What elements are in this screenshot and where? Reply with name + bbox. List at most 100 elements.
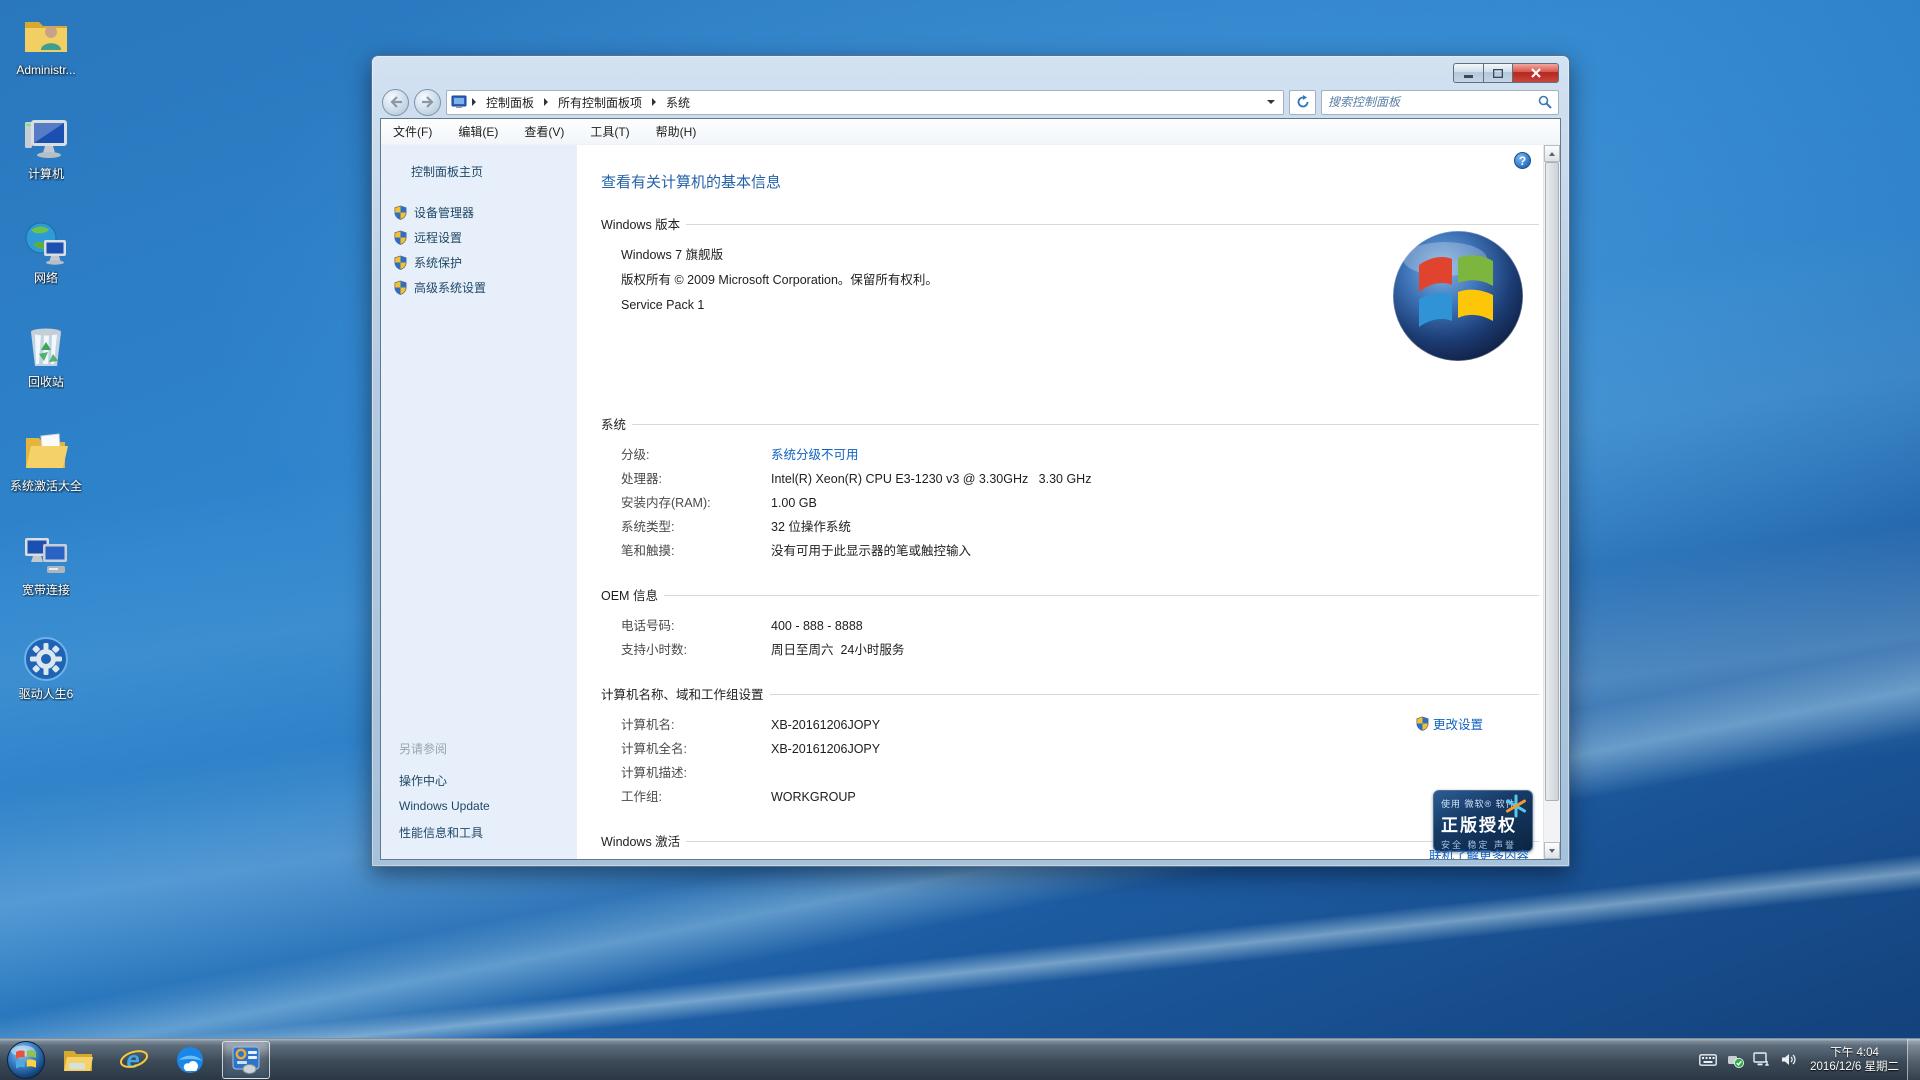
breadcrumb-control-panel[interactable]: 控制面板 bbox=[481, 92, 539, 113]
scroll-down-button[interactable] bbox=[1544, 842, 1560, 859]
show-desktop-button[interactable] bbox=[1907, 1039, 1920, 1080]
change-settings-link[interactable]: 更改设置 bbox=[1433, 714, 1483, 733]
section-rule bbox=[632, 424, 1539, 425]
computer-row-fullname: 计算机全名: XB-20161206JOPY bbox=[621, 737, 1543, 761]
uac-shield-icon bbox=[393, 205, 408, 220]
breadcrumb-all-items[interactable]: 所有控制面板项 bbox=[553, 92, 647, 113]
internet-explorer-icon: e bbox=[119, 1046, 149, 1074]
system-row-rating: 分级: 系统分级不可用 bbox=[621, 443, 1543, 467]
help-icon[interactable]: ? bbox=[1514, 152, 1531, 169]
menu-tools[interactable]: 工具(T) bbox=[590, 123, 629, 140]
taskbar-item-qq-browser[interactable] bbox=[166, 1041, 214, 1079]
section-header-label: Windows 激活 bbox=[601, 831, 680, 850]
desktop-icon-recycle-bin[interactable]: 回收站 bbox=[6, 318, 86, 422]
scrollbar-track[interactable] bbox=[1544, 162, 1560, 842]
menu-file[interactable]: 文件(F) bbox=[393, 123, 432, 140]
user-folder-icon bbox=[21, 10, 71, 60]
search-input[interactable] bbox=[1328, 95, 1538, 109]
menu-help[interactable]: 帮助(H) bbox=[656, 123, 697, 140]
row-label: 计算机描述: bbox=[621, 761, 771, 785]
taskbar-clock[interactable]: 下午 4:04 2016/12/6 星期二 bbox=[1810, 1046, 1899, 1074]
menu-edit[interactable]: 编辑(E) bbox=[458, 123, 498, 140]
row-label: 电话号码: bbox=[621, 614, 771, 638]
breadcrumb-separator-icon bbox=[544, 98, 548, 106]
genuine-microsoft-badge[interactable]: 使用 微软® 软件 正版授权 安全 稳定 声誉 bbox=[1433, 790, 1533, 852]
windows-flag-logo bbox=[1391, 229, 1525, 363]
driver-gear-icon bbox=[21, 634, 71, 684]
system-row-ram: 安装内存(RAM): 1.00 GB bbox=[621, 491, 1543, 515]
window-body: 控制面板主页 设备管理器 远程设置 bbox=[381, 145, 1560, 859]
vertical-scrollbar bbox=[1543, 145, 1560, 859]
address-dropdown-button[interactable] bbox=[1263, 100, 1279, 104]
usb-device-icon[interactable] bbox=[1726, 1051, 1744, 1069]
sidebar-item-action-center[interactable]: 操作中心 bbox=[393, 767, 577, 793]
desktop-icon-activation-folder[interactable]: e 系统激活大全 bbox=[6, 422, 86, 526]
forward-button[interactable] bbox=[414, 89, 441, 116]
sidebar-item-device-manager[interactable]: 设备管理器 bbox=[393, 200, 577, 225]
back-button[interactable] bbox=[382, 89, 409, 116]
clock-date: 2016/12/6 星期二 bbox=[1810, 1060, 1899, 1074]
system-tray bbox=[1699, 1051, 1798, 1069]
sidebar-item-control-panel-home[interactable]: 控制面板主页 bbox=[411, 163, 577, 180]
section-oem: OEM 信息 bbox=[601, 585, 1543, 604]
row-label: 安装内存(RAM): bbox=[621, 491, 771, 515]
row-value: Intel(R) Xeon(R) CPU E3-1230 v3 @ 3.30GH… bbox=[771, 467, 1091, 491]
window-titlebar[interactable] bbox=[380, 56, 1561, 86]
start-button[interactable] bbox=[6, 1040, 46, 1080]
learn-more-online-link[interactable]: 联机了解更多内容 bbox=[1429, 845, 1529, 859]
input-method-keyboard-icon[interactable] bbox=[1699, 1051, 1717, 1069]
desktop-icon-driver-life[interactable]: 驱动人生6 bbox=[6, 630, 86, 734]
section-rule bbox=[686, 841, 1539, 842]
breadcrumb-separator-icon bbox=[652, 98, 656, 106]
taskbar-item-explorer[interactable] bbox=[54, 1041, 102, 1079]
explorer-folder-icon bbox=[63, 1047, 93, 1073]
taskbar-item-control-panel-active[interactable] bbox=[222, 1041, 270, 1079]
maximize-button[interactable] bbox=[1483, 63, 1512, 83]
chevron-down-icon bbox=[1549, 849, 1555, 853]
menu-bar: 文件(F) 编辑(E) 查看(V) 工具(T) 帮助(H) bbox=[381, 119, 1560, 145]
row-value: WORKGROUP bbox=[771, 785, 856, 809]
section-rule bbox=[770, 694, 1539, 695]
refresh-button[interactable] bbox=[1289, 90, 1316, 115]
desktop-icon-network[interactable]: 网络 bbox=[6, 214, 86, 318]
sidebar-item-performance-tools[interactable]: 性能信息和工具 bbox=[393, 819, 577, 845]
row-label: 分级: bbox=[621, 443, 771, 467]
qq-browser-icon bbox=[175, 1045, 205, 1075]
desktop-icon-computer[interactable]: 计算机 bbox=[6, 110, 86, 214]
row-label: 处理器: bbox=[621, 467, 771, 491]
desktop-icon-administrator[interactable]: Administr... bbox=[6, 6, 86, 110]
sidebar-item-system-protection[interactable]: 系统保护 bbox=[393, 250, 577, 275]
row-value: 1.00 GB bbox=[771, 491, 817, 515]
sidebar-item-windows-update[interactable]: Windows Update bbox=[393, 793, 577, 819]
sidebar: 控制面板主页 设备管理器 远程设置 bbox=[381, 145, 577, 859]
breadcrumb-separator-icon bbox=[472, 98, 476, 106]
desktop-icon-label: Administr... bbox=[16, 63, 75, 77]
breadcrumb-system[interactable]: 系统 bbox=[661, 92, 695, 113]
rating-unavailable-link[interactable]: 系统分级不可用 bbox=[771, 443, 859, 467]
window-client-area: 文件(F) 编辑(E) 查看(V) 工具(T) 帮助(H) 控制面板主页 设备管… bbox=[380, 118, 1561, 860]
sidebar-item-remote-settings[interactable]: 远程设置 bbox=[393, 225, 577, 250]
menu-view[interactable]: 查看(V) bbox=[524, 123, 564, 140]
clock-time: 下午 4:04 bbox=[1810, 1046, 1899, 1060]
computer-icon bbox=[21, 114, 71, 164]
control-panel-icon bbox=[231, 1046, 261, 1074]
desktop-icon-broadband[interactable]: 宽带连接 bbox=[6, 526, 86, 630]
scroll-up-button[interactable] bbox=[1544, 145, 1560, 162]
address-breadcrumb[interactable]: 控制面板 所有控制面板项 系统 bbox=[446, 90, 1284, 115]
close-button[interactable] bbox=[1512, 63, 1559, 83]
oem-row-phone: 电话号码: 400 - 888 - 8888 bbox=[621, 614, 1543, 638]
minimize-icon bbox=[1464, 69, 1474, 78]
scrollbar-thumb[interactable] bbox=[1545, 162, 1559, 801]
taskbar-item-internet-explorer[interactable]: e bbox=[110, 1041, 158, 1079]
minimize-button[interactable] bbox=[1453, 63, 1483, 83]
desktop-icon-label: 系统激活大全 bbox=[10, 479, 82, 493]
sidebar-item-label: 高级系统设置 bbox=[414, 279, 486, 296]
refresh-icon bbox=[1296, 95, 1310, 109]
page-title: 查看有关计算机的基本信息 bbox=[601, 171, 1543, 192]
broadband-icon bbox=[21, 530, 71, 580]
network-status-icon[interactable] bbox=[1753, 1051, 1771, 1069]
volume-icon[interactable] bbox=[1780, 1051, 1798, 1069]
sidebar-item-advanced-system-settings[interactable]: 高级系统设置 bbox=[393, 275, 577, 300]
row-value: XB-20161206JOPY bbox=[771, 737, 880, 761]
search-icon[interactable] bbox=[1538, 95, 1552, 109]
